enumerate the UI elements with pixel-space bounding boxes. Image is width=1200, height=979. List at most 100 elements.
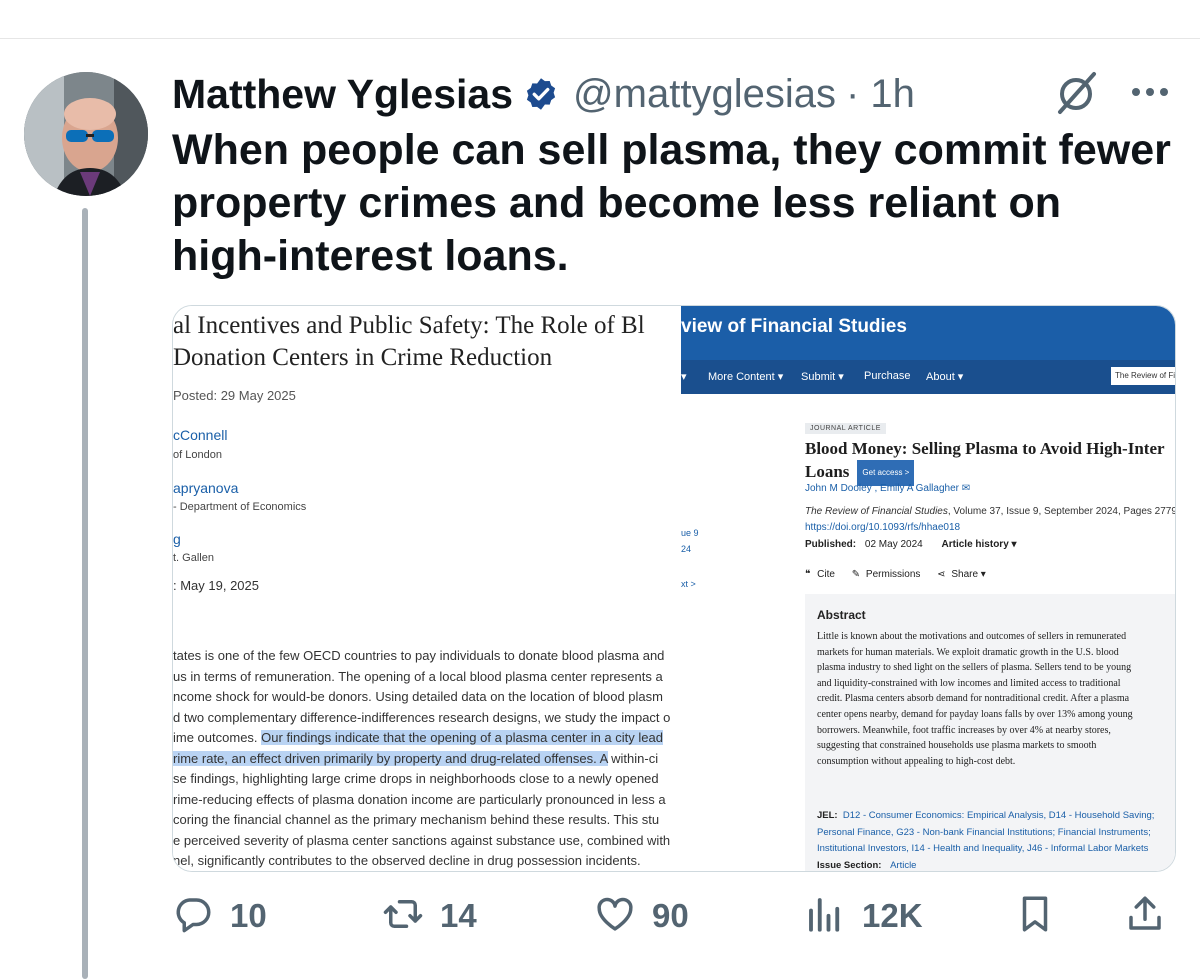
journal-nav-arrow: ▾ xyxy=(681,371,687,383)
ssrn-abstract-text: us in terms of remuneration. The opening… xyxy=(173,668,663,684)
bookmark-button[interactable] xyxy=(1014,888,1056,944)
ssrn-abstract-text: coring the financial channel as the prim… xyxy=(173,812,660,827)
abstract-line: markets for human materials. We exploit … xyxy=(817,646,1119,658)
author-handle[interactable]: @mattyglesias xyxy=(573,72,836,117)
article-published: Published: 02 May 2024 Article history ▾ xyxy=(805,539,1017,550)
ssrn-abstract-line: se findings, highlighting large crime dr… xyxy=(173,769,681,790)
abstract-line: borrowers. Meanwhile, foot traffic incre… xyxy=(817,724,1111,736)
ssrn-abstract-highlight: Our findings indicate that the opening o… xyxy=(261,730,663,745)
ssrn-abstract-line: coring the financial channel as the prim… xyxy=(173,810,681,831)
issue-section-label: Issue Section: xyxy=(817,860,882,871)
share-link: Share ▾ xyxy=(951,569,986,580)
ssrn-title-line: Donation Centers in Crime Reduction xyxy=(173,344,553,371)
repost-icon xyxy=(382,893,424,940)
permissions-link: Permissions xyxy=(865,569,921,580)
post-header: Matthew Yglesias @mattyglesias · 1h xyxy=(172,66,915,122)
avatar-photo xyxy=(24,72,148,196)
ssrn-affiliation-3: t. Gallen xyxy=(173,552,214,564)
abstract-line: and liquidity-constrained with low incom… xyxy=(817,677,1121,689)
ssrn-abstract-line: rime rate, an effect driven primarily by… xyxy=(173,749,681,770)
article-citation: The Review of Financial Studies, Volume … xyxy=(805,506,1175,517)
jel-codes: JEL: D12 - Consumer Economics: Empirical… xyxy=(817,808,1175,858)
ssrn-abstract-line: d two complementary difference-indiffere… xyxy=(173,708,681,729)
reply-count: 10 xyxy=(230,897,267,934)
repost-count: 14 xyxy=(440,897,477,934)
abstract-text: Little is known about the motivations an… xyxy=(817,629,1175,769)
reply-button[interactable]: 10 xyxy=(172,888,267,944)
grok-icon[interactable] xyxy=(1054,70,1100,116)
abstract-line: Little is known about the motivations an… xyxy=(817,631,1127,642)
journal-side-fragment: 24 xyxy=(681,544,692,554)
ssrn-affiliation-1: of London xyxy=(173,449,222,461)
ssrn-abstract-line: e perceived severity of plasma center sa… xyxy=(173,831,681,852)
post-media[interactable]: al Incentives and Public Safety: The Rol… xyxy=(172,305,1176,872)
ssrn-title-line: al Incentives and Public Safety: The Rol… xyxy=(173,312,645,339)
journal-nav-item: Purchase xyxy=(864,370,911,382)
article-history: Article history ▾ xyxy=(941,539,1017,550)
issue-section: Issue Section: Article xyxy=(817,860,916,871)
more-icon[interactable] xyxy=(1128,84,1172,100)
article-title: Blood Money: Selling Plasma to Avoid Hig… xyxy=(805,438,1175,486)
abstract-line: suggesting that constrained households u… xyxy=(817,740,1097,752)
journal-nav-item: More Content ▾ xyxy=(708,371,784,383)
avatar[interactable] xyxy=(24,72,148,196)
ssrn-abstract-text: e perceived severity of plasma center sa… xyxy=(173,832,671,848)
published-label: Published: xyxy=(805,539,857,550)
journal-side-fragment: ue 9 xyxy=(681,528,699,538)
journal-page-screenshot: view of Financial Studies ▾ More Content… xyxy=(681,306,1175,871)
abstract-line: center opens nearby, demand for payday l… xyxy=(817,708,1133,720)
ssrn-abstract-line: ime outcomes. Our findings indicate that… xyxy=(173,728,681,749)
article-title-line: Blood Money: Selling Plasma to Avoid Hig… xyxy=(805,439,1165,458)
repost-button[interactable]: 14 xyxy=(382,888,477,944)
share-small-icon: ⋖ xyxy=(937,569,946,580)
top-divider xyxy=(0,38,1200,39)
ssrn-written-date: : May 19, 2025 xyxy=(173,578,259,593)
abstract-line: credit. Plasma centers absorb demand for… xyxy=(817,693,1130,705)
ssrn-abstract-line: us in terms of remuneration. The opening… xyxy=(173,667,681,688)
like-button[interactable]: 90 xyxy=(594,888,689,944)
ssrn-abstract-highlight: rime rate, an effect driven primarily by… xyxy=(173,750,608,766)
cite-link: Cite xyxy=(817,569,835,580)
article-authors: John M Dooley , Emily A Gallagher ✉ xyxy=(805,483,971,494)
share-button[interactable] xyxy=(1124,888,1166,944)
journal-name: view of Financial Studies xyxy=(681,316,907,337)
views-button[interactable]: 12K xyxy=(804,888,923,944)
like-icon xyxy=(594,893,636,940)
published-date: 02 May 2024 xyxy=(864,539,923,550)
share-icon xyxy=(1124,893,1166,940)
ssrn-abstract-text: se findings, highlighting large crime dr… xyxy=(173,771,659,786)
thread-line xyxy=(82,208,88,979)
ssrn-abstract-text: rime-reducing effects of plasma donation… xyxy=(173,791,666,807)
ssrn-abstract-line: nel, significantly contributes to the ob… xyxy=(173,851,681,871)
bookmark-icon xyxy=(1014,893,1056,940)
ssrn-abstract-text: nel, significantly contributes to the ob… xyxy=(173,853,641,868)
post-time[interactable]: · 1h xyxy=(846,72,915,117)
views-count: 12K xyxy=(862,897,923,934)
ssrn-abstract-text: d two complementary difference-indiffere… xyxy=(173,709,671,725)
article-actions: ❝ Cite ✎ Permissions ⋖ Share ▾ xyxy=(805,569,986,580)
ssrn-abstract-line: rime-reducing effects of plasma donation… xyxy=(173,790,681,811)
jel-label: JEL: xyxy=(817,810,838,821)
jel-line: Personal Finance, G23 - Non-bank Financi… xyxy=(817,826,1151,838)
post-actions: 10 14 90 12K xyxy=(172,888,1172,944)
like-count: 90 xyxy=(652,897,689,934)
ssrn-author-2: apryanova xyxy=(173,480,239,496)
journal-nav-item: Submit ▾ xyxy=(801,371,844,383)
ssrn-abstract-text: ncome shock for would-be donors. Using d… xyxy=(173,689,663,704)
article-doi: https://doi.org/10.1093/rfs/hhae018 xyxy=(805,522,961,533)
ssrn-author-3: g xyxy=(173,531,181,547)
ssrn-abstract-text: within-ci xyxy=(607,750,659,766)
issue-section-value: Article xyxy=(890,860,917,871)
ssrn-paper-screenshot: al Incentives and Public Safety: The Rol… xyxy=(173,306,681,871)
jel-line: D12 - Consumer Economics: Empirical Anal… xyxy=(842,810,1155,821)
permissions-icon: ✎ xyxy=(851,569,861,580)
verified-badge-icon[interactable] xyxy=(523,76,559,112)
reply-icon xyxy=(172,893,214,940)
journal-nav: ▾ More Content ▾ Submit ▾ Purchase About… xyxy=(681,360,1175,394)
abstract-line: plasma industry to shed light on the sel… xyxy=(817,662,1132,674)
ssrn-paper-title: al Incentives and Public Safety: The Rol… xyxy=(173,310,681,374)
article-title-line: Loans xyxy=(805,461,850,481)
author-name[interactable]: Matthew Yglesias xyxy=(172,71,513,118)
ssrn-abstract: tates is one of the few OECD countries t… xyxy=(173,646,681,871)
citation-journal: The Review of Financial Studies xyxy=(805,506,948,517)
